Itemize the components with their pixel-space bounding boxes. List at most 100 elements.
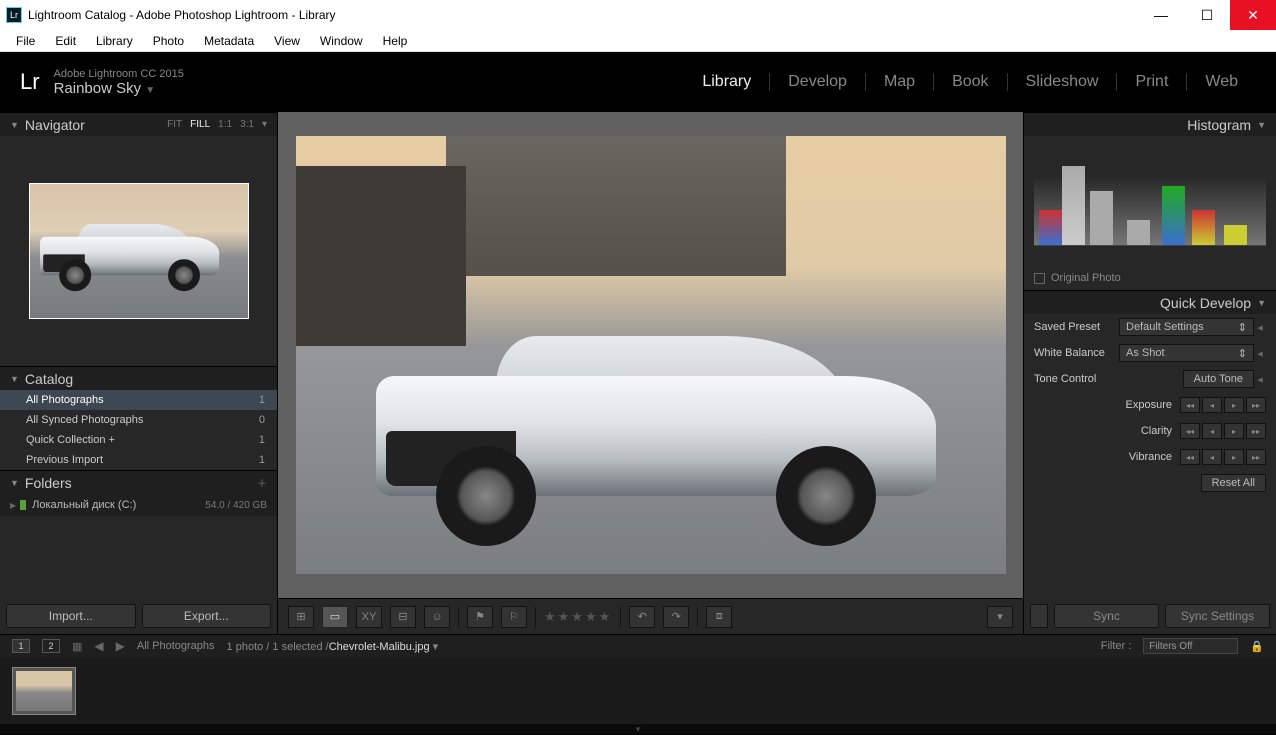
compare-icon[interactable]: XY — [356, 606, 382, 628]
people-icon[interactable]: ☺ — [424, 606, 450, 628]
reset-all-button[interactable]: Reset All — [1201, 474, 1266, 492]
nav-forward-icon[interactable]: ▶ — [116, 639, 125, 653]
nav-back-icon[interactable]: ◀ — [94, 639, 103, 653]
toolbar-menu-icon[interactable]: ▾ — [987, 606, 1013, 628]
zoom-fill[interactable]: FILL — [190, 119, 210, 130]
module-picker: Library Develop Map Book Slideshow Print… — [684, 73, 1256, 91]
exposure-inc-button[interactable]: ▸ — [1224, 397, 1244, 413]
menu-edit[interactable]: Edit — [45, 32, 86, 50]
screen1-button[interactable]: 1 — [12, 639, 30, 653]
rotate-left-icon[interactable]: ↶ — [629, 606, 655, 628]
chevron-left-icon[interactable]: ◂ — [1254, 347, 1266, 360]
menu-metadata[interactable]: Metadata — [194, 32, 264, 50]
module-web[interactable]: Web — [1187, 73, 1256, 91]
sync-lock-icon[interactable] — [1030, 604, 1048, 628]
loupe-icon[interactable]: ▭ — [322, 606, 348, 628]
screen2-button[interactable]: 2 — [42, 639, 60, 653]
module-library[interactable]: Library — [684, 73, 770, 91]
filmstrip-grip-icon[interactable]: ▾ — [0, 724, 1276, 734]
clarity-dec-button[interactable]: ◂ — [1202, 423, 1222, 439]
crop-overlay-icon[interactable]: ⧈ — [706, 606, 732, 628]
zoom-fit[interactable]: FIT — [167, 119, 182, 130]
module-print[interactable]: Print — [1117, 73, 1187, 91]
drive-capacity: 54.0 / 420 GB — [205, 500, 267, 511]
exposure-dec2-button[interactable]: ◂◂ — [1180, 397, 1200, 413]
reset-row: Reset All — [1024, 470, 1276, 496]
white-balance-row: White Balance As Shot⇕ ◂ — [1024, 340, 1276, 366]
white-balance-select[interactable]: As Shot⇕ — [1119, 344, 1254, 362]
module-develop[interactable]: Develop — [770, 73, 866, 91]
vibrance-inc-button[interactable]: ▸ — [1224, 449, 1244, 465]
menu-window[interactable]: Window — [310, 32, 373, 50]
vibrance-dec2-button[interactable]: ◂◂ — [1180, 449, 1200, 465]
navigator-panel-header[interactable]: ▼ Navigator FIT FILL 1:1 3:1 ▾ — [0, 112, 277, 136]
window-close-button[interactable]: ✕ — [1230, 0, 1276, 30]
clarity-row: Clarity ◂◂ ◂ ▸ ▸▸ — [1024, 418, 1276, 444]
module-slideshow[interactable]: Slideshow — [1008, 73, 1118, 91]
clarity-inc2-button[interactable]: ▸▸ — [1246, 423, 1266, 439]
grid-small-icon[interactable]: ▦ — [72, 640, 82, 653]
histogram-panel-header[interactable]: Histogram ▼ — [1024, 112, 1276, 136]
import-button[interactable]: Import... — [6, 604, 136, 628]
window-minimize-button[interactable]: — — [1138, 0, 1184, 30]
catalog-item-synced[interactable]: All Synced Photographs0 — [0, 410, 277, 430]
module-map[interactable]: Map — [866, 73, 934, 91]
filmstrip-breadcrumb[interactable]: All Photographs — [137, 640, 215, 652]
viewer-toolbar: ⊞ ▭ XY ⊟ ☺ ⚑ ⚐ ★★★★★ ↶ ↷ ⧈ ▾ — [278, 598, 1023, 634]
filter-select[interactable]: Filters Off — [1143, 638, 1238, 654]
drive-status-icon — [20, 500, 26, 510]
vibrance-inc2-button[interactable]: ▸▸ — [1246, 449, 1266, 465]
window-maximize-button[interactable]: ☐ — [1184, 0, 1230, 30]
catalog-item-all-photographs[interactable]: All Photographs1 — [0, 390, 277, 410]
zoom-menu-icon[interactable]: ▾ — [262, 119, 267, 130]
clarity-inc-button[interactable]: ▸ — [1224, 423, 1244, 439]
grid-icon[interactable]: ⊞ — [288, 606, 314, 628]
auto-tone-button[interactable]: Auto Tone — [1183, 370, 1254, 388]
vibrance-dec-button[interactable]: ◂ — [1202, 449, 1222, 465]
drive-name: Локальный диск (C:) — [32, 499, 136, 511]
menu-library[interactable]: Library — [86, 32, 143, 50]
navigator-thumbnail — [29, 183, 249, 319]
survey-icon[interactable]: ⊟ — [390, 606, 416, 628]
chevron-left-icon[interactable]: ◂ — [1254, 321, 1266, 334]
star-rating[interactable]: ★★★★★ — [544, 609, 612, 625]
chevron-left-icon[interactable]: ◂ — [1254, 373, 1266, 386]
menu-help[interactable]: Help — [373, 32, 418, 50]
clarity-dec2-button[interactable]: ◂◂ — [1180, 423, 1200, 439]
sync-settings-button[interactable]: Sync Settings — [1165, 604, 1270, 628]
menu-photo[interactable]: Photo — [143, 32, 194, 50]
saved-preset-select[interactable]: Default Settings⇕ — [1119, 318, 1254, 336]
rotate-right-icon[interactable]: ↷ — [663, 606, 689, 628]
catalog-list: All Photographs1 All Synced Photographs0… — [0, 390, 277, 470]
window-title: Lightroom Catalog - Adobe Photoshop Ligh… — [28, 8, 1138, 22]
folders-add-icon[interactable]: ＋ — [257, 475, 267, 490]
catalog-item-previous-import[interactable]: Previous Import1 — [0, 450, 277, 470]
exposure-inc2-button[interactable]: ▸▸ — [1246, 397, 1266, 413]
histogram-chart[interactable] — [1024, 136, 1276, 266]
catalog-name[interactable]: Rainbow Sky ▼ — [54, 80, 184, 97]
photo-viewer[interactable] — [278, 112, 1023, 598]
flag-reject-icon[interactable]: ⚐ — [501, 606, 527, 628]
zoom-1to1[interactable]: 1:1 — [218, 119, 232, 130]
filter-lock-icon[interactable]: 🔒 — [1250, 640, 1264, 653]
catalog-item-quick-collection[interactable]: Quick Collection +1 — [0, 430, 277, 450]
filmstrip-thumbnail[interactable] — [12, 667, 76, 715]
folders-panel-header[interactable]: ▼ Folders ＋ — [0, 470, 277, 494]
menu-file[interactable]: File — [6, 32, 45, 50]
catalog-panel-header[interactable]: ▼ Catalog — [0, 366, 277, 390]
chevron-right-icon: ▶ — [10, 501, 16, 510]
chevron-down-icon: ▼ — [10, 478, 19, 488]
quick-develop-panel-header[interactable]: Quick Develop ▼ — [1024, 290, 1276, 314]
export-button[interactable]: Export... — [142, 604, 272, 628]
navigator-preview[interactable] — [0, 136, 277, 366]
flag-pick-icon[interactable]: ⚑ — [467, 606, 493, 628]
sync-button[interactable]: Sync — [1054, 604, 1159, 628]
menu-view[interactable]: View — [264, 32, 310, 50]
original-photo-toggle[interactable]: Original Photo — [1024, 266, 1276, 290]
checkbox-icon[interactable] — [1034, 273, 1045, 284]
exposure-dec-button[interactable]: ◂ — [1202, 397, 1222, 413]
zoom-3to1[interactable]: 3:1 — [240, 119, 254, 130]
exposure-row: Exposure ◂◂ ◂ ▸ ▸▸ — [1024, 392, 1276, 418]
module-book[interactable]: Book — [934, 73, 1007, 91]
folders-drive-row[interactable]: ▶ Локальный диск (C:) 54.0 / 420 GB — [0, 494, 277, 516]
